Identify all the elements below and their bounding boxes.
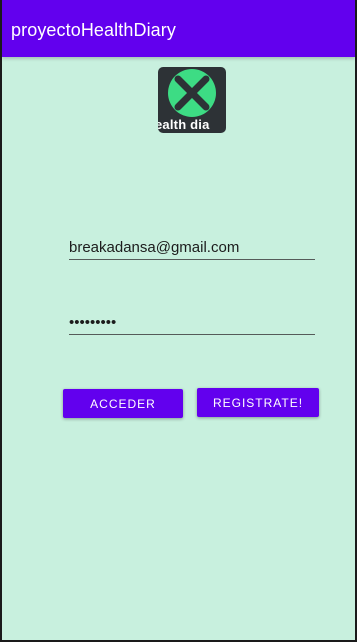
app-title: proyectoHealthDiary: [11, 20, 176, 40]
app-bar: proyectoHealthDiary: [2, 0, 355, 57]
logo-text: ealth dia: [158, 117, 210, 132]
app-logo: ealth dia: [158, 67, 226, 133]
registrate-button[interactable]: REGISTRATE!: [197, 388, 319, 417]
password-field[interactable]: [69, 311, 315, 335]
email-input[interactable]: [69, 236, 315, 258]
app-screen: proyectoHealthDiary ealth dia ACCEDER RE…: [0, 0, 357, 642]
email-field[interactable]: [69, 236, 315, 260]
password-input[interactable]: [69, 311, 315, 333]
acceder-button[interactable]: ACCEDER: [63, 389, 183, 418]
